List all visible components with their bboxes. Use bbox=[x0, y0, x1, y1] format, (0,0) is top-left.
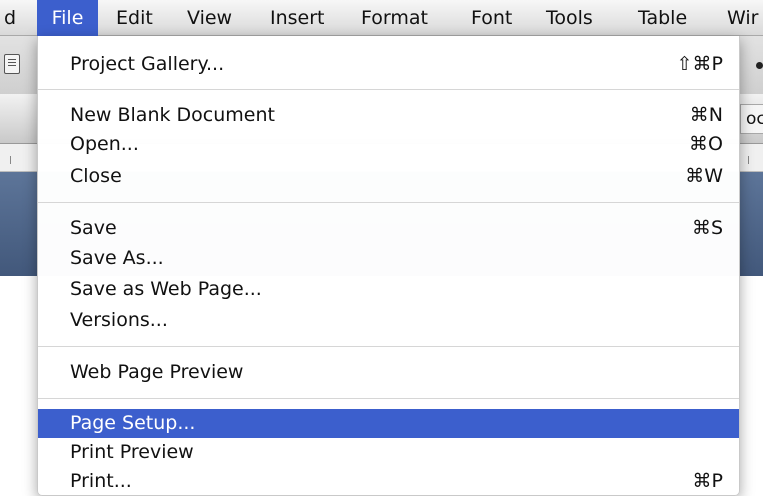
menubar-format[interactable]: Format bbox=[361, 0, 428, 36]
document-icon[interactable] bbox=[4, 54, 20, 74]
menu-item-web-page-preview[interactable]: Web Page Preview bbox=[38, 358, 739, 387]
menubar-window[interactable]: Wir bbox=[727, 0, 758, 36]
menubar-app-name[interactable]: d bbox=[0, 0, 26, 36]
menu-bar: d File Edit View Insert Format Font Tool… bbox=[0, 0, 763, 36]
menubar-file[interactable]: File bbox=[37, 0, 98, 36]
menu-item-label: Open... bbox=[70, 133, 139, 155]
menu-item-versions[interactable]: Versions... bbox=[38, 306, 739, 335]
ruler-tick bbox=[10, 156, 11, 164]
menu-item-shortcut: ⌘W bbox=[685, 165, 723, 187]
menubar-insert[interactable]: Insert bbox=[270, 0, 325, 36]
menu-item-label: Close bbox=[70, 165, 122, 187]
menubar-font[interactable]: Font bbox=[471, 0, 512, 36]
ribbon-tab-label: oc bbox=[746, 109, 763, 129]
menubar-view[interactable]: View bbox=[187, 0, 232, 36]
menu-item-shortcut: ⌘N bbox=[689, 104, 723, 126]
menu-item-close[interactable]: Close ⌘W bbox=[38, 162, 739, 191]
menu-item-save[interactable]: Save ⌘S bbox=[38, 214, 739, 243]
menu-item-open[interactable]: Open... ⌘O bbox=[38, 130, 739, 159]
menu-item-label: Project Gallery... bbox=[70, 53, 225, 75]
menu-item-new-blank-document[interactable]: New Blank Document ⌘N bbox=[38, 101, 739, 130]
menu-separator bbox=[38, 202, 739, 203]
menu-item-label: Save as Web Page... bbox=[70, 278, 262, 300]
menu-item-label: Page Setup... bbox=[70, 412, 196, 434]
menu-item-save-as-web-page[interactable]: Save as Web Page... bbox=[38, 275, 739, 304]
menu-item-shortcut: ⇧⌘P bbox=[676, 53, 723, 75]
menu-item-label: Print... bbox=[70, 470, 132, 492]
toolbar-dot-icon bbox=[756, 62, 763, 69]
menu-item-label: New Blank Document bbox=[70, 104, 275, 126]
menu-item-save-as[interactable]: Save As... bbox=[38, 244, 739, 273]
menu-item-print[interactable]: Print... ⌘P bbox=[38, 467, 739, 496]
menu-item-label: Save As... bbox=[70, 247, 164, 269]
menu-item-label: Web Page Preview bbox=[70, 361, 244, 383]
menu-separator bbox=[38, 346, 739, 347]
menubar-table[interactable]: Table bbox=[638, 0, 687, 36]
ruler-tick bbox=[748, 156, 749, 164]
menu-item-label: Versions... bbox=[70, 309, 168, 331]
menubar-edit[interactable]: Edit bbox=[116, 0, 153, 36]
menu-separator bbox=[38, 89, 739, 90]
menu-item-shortcut: ⌘S bbox=[691, 217, 723, 239]
menu-item-print-preview[interactable]: Print Preview bbox=[38, 438, 739, 467]
menu-item-shortcut: ⌘P bbox=[692, 470, 723, 492]
menu-item-label: Print Preview bbox=[70, 441, 194, 463]
menu-item-shortcut: ⌘O bbox=[689, 133, 723, 155]
menu-item-page-setup[interactable]: Page Setup... bbox=[38, 409, 739, 438]
menubar-tools[interactable]: Tools bbox=[546, 0, 593, 36]
file-menu: Project Gallery... ⇧⌘P New Blank Documen… bbox=[37, 36, 740, 496]
menu-item-label: Save bbox=[70, 217, 117, 239]
menu-item-project-gallery[interactable]: Project Gallery... ⇧⌘P bbox=[38, 50, 739, 79]
menu-separator bbox=[38, 398, 739, 399]
